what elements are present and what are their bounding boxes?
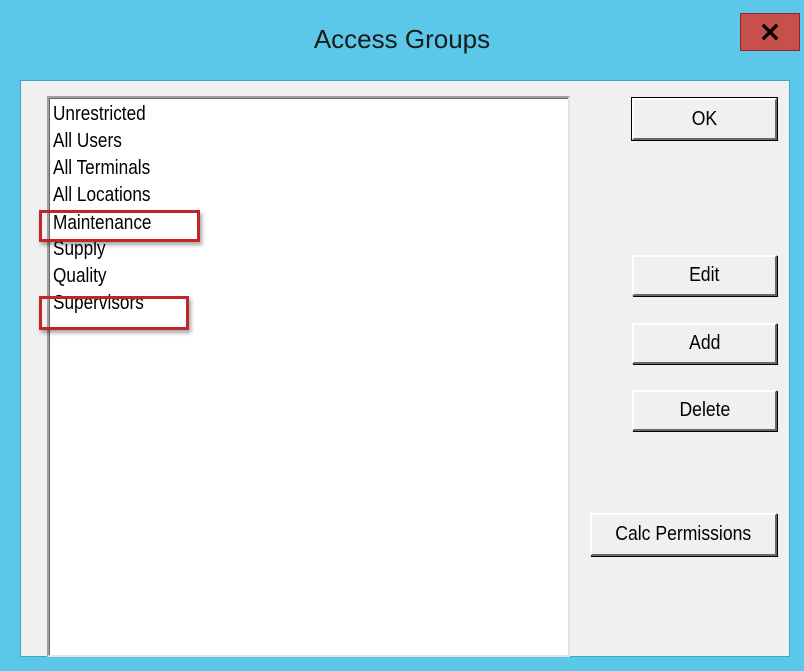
access-groups-dialog: Access Groups Unrestricted All Users All… xyxy=(0,0,804,671)
list-item-supply[interactable]: Supply xyxy=(53,235,106,263)
delete-button[interactable]: Delete xyxy=(632,390,777,431)
list-item-supervisors[interactable]: Supervisors xyxy=(53,289,144,317)
close-button[interactable] xyxy=(740,13,800,51)
list-item-all-locations[interactable]: All Locations xyxy=(53,181,151,209)
add-button[interactable]: Add xyxy=(632,323,777,364)
calc-permissions-button-label: Calc Permissions xyxy=(615,523,752,545)
title-bar[interactable]: Access Groups xyxy=(0,0,804,80)
list-item-quality[interactable]: Quality xyxy=(53,262,107,290)
list-item-all-users[interactable]: All Users xyxy=(53,127,122,155)
list-item-unrestricted[interactable]: Unrestricted xyxy=(53,100,146,128)
window-title: Access Groups xyxy=(313,24,491,54)
list-item-all-terminals[interactable]: All Terminals xyxy=(53,154,150,182)
edit-button-label: Edit xyxy=(689,264,720,286)
ok-button[interactable]: OK xyxy=(631,97,778,141)
edit-button[interactable]: Edit xyxy=(632,255,777,296)
ok-button-label: OK xyxy=(691,108,718,130)
access-groups-list[interactable]: Unrestricted All Users All Terminals All… xyxy=(39,96,570,657)
list-item-maintenance[interactable]: Maintenance xyxy=(53,209,151,237)
add-button-label: Add xyxy=(688,332,721,354)
dialog-client-area: Unrestricted All Users All Terminals All… xyxy=(20,80,790,657)
close-icon xyxy=(761,23,779,41)
calc-permissions-button[interactable]: Calc Permissions xyxy=(590,513,777,556)
delete-button-label: Delete xyxy=(679,399,730,421)
